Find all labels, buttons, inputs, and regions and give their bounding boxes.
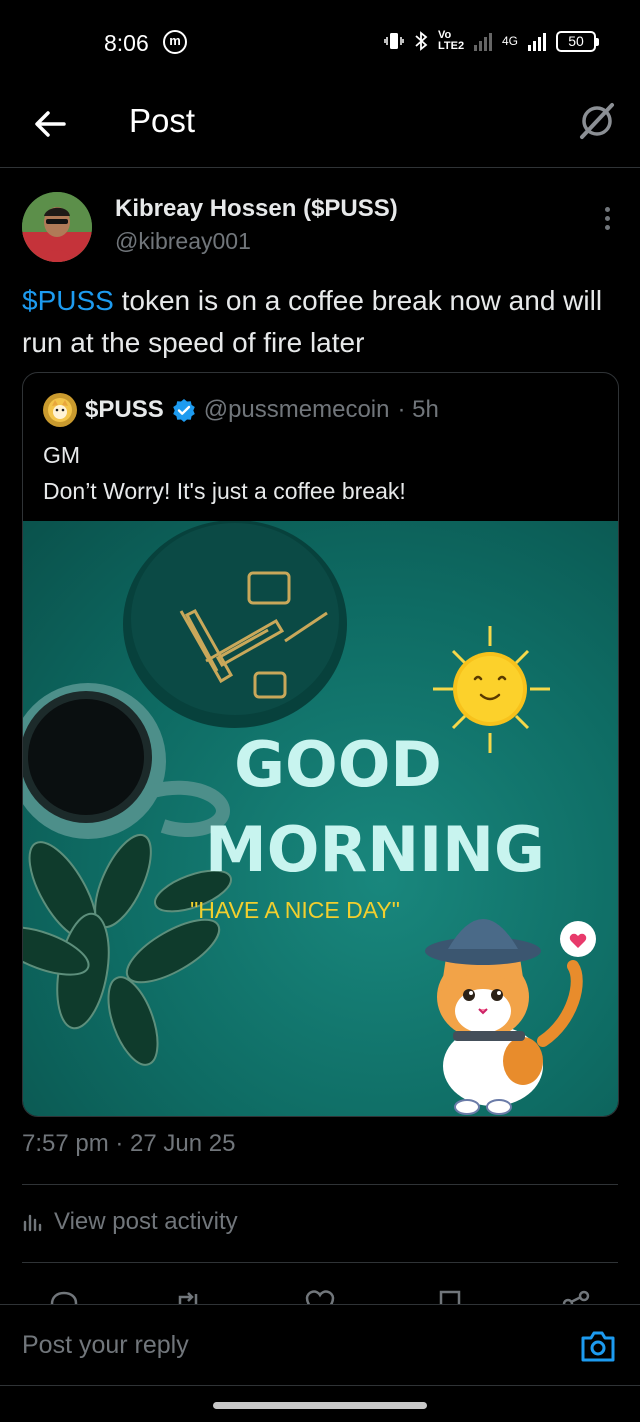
divider bbox=[22, 1262, 618, 1263]
quote-author-name: $PUSS bbox=[85, 396, 164, 423]
action-bar bbox=[0, 1282, 640, 1304]
quote-avatar bbox=[43, 393, 77, 427]
more-options-icon[interactable] bbox=[602, 207, 612, 233]
author-name[interactable]: Kibreay Hossen ($PUSS) bbox=[115, 195, 398, 223]
quote-time: · 5h bbox=[397, 396, 439, 423]
signal-strength-icon-2 bbox=[528, 31, 546, 51]
grok-icon[interactable] bbox=[576, 100, 618, 142]
status-time: 8:06 bbox=[104, 30, 149, 56]
page-title: Post bbox=[129, 102, 196, 139]
image-text-tagline: "HAVE A NICE DAY" bbox=[190, 897, 400, 923]
quoted-post-card[interactable]: $PUSS @pussmemecoin · 5h GM Don’t Worry!… bbox=[22, 372, 619, 1117]
avatar-photo bbox=[22, 192, 92, 262]
quote-header: $PUSS @pussmemecoin · 5h bbox=[43, 393, 439, 427]
back-arrow-icon[interactable] bbox=[30, 104, 70, 144]
vibrate-icon bbox=[384, 33, 404, 49]
quote-text-line1: GM bbox=[43, 442, 81, 468]
bookmark-icon[interactable] bbox=[434, 1288, 466, 1304]
view-post-activity-label: View post activity bbox=[54, 1208, 238, 1235]
status-icons: Vo LTE2 4G 50 bbox=[384, 29, 599, 52]
app-header: Post bbox=[0, 88, 640, 168]
signal-strength-icon-1 bbox=[473, 31, 492, 51]
like-icon[interactable] bbox=[304, 1288, 336, 1304]
quote-text: GM Don’t Worry! It's just a coffee break… bbox=[43, 437, 406, 509]
battery-icon: 50 bbox=[556, 30, 599, 52]
quote-text-line2: Don’t Worry! It's just a coffee break! bbox=[43, 478, 406, 504]
verified-badge-icon bbox=[172, 399, 195, 422]
camera-icon[interactable] bbox=[580, 1329, 616, 1363]
post-text: $PUSS token is on a coffee break now and… bbox=[22, 280, 622, 364]
volte-label: Vo LTE2 bbox=[437, 29, 465, 52]
post-timestamp: 7:57 pm · 27 Jun 25 bbox=[22, 1130, 236, 1157]
reply-icon[interactable] bbox=[48, 1288, 80, 1304]
good-morning-illustration: GOOD MORNING "HAVE A NICE DAY" bbox=[23, 521, 596, 1115]
author-handle[interactable]: @kibreay001 bbox=[115, 228, 251, 255]
divider bbox=[22, 1184, 618, 1185]
reply-input[interactable] bbox=[22, 1331, 522, 1360]
reply-bar bbox=[0, 1304, 640, 1386]
bluetooth-icon bbox=[415, 31, 428, 51]
cashtag-link[interactable]: $PUSS bbox=[22, 285, 114, 316]
coinmarket-app-icon: m bbox=[163, 30, 187, 54]
quote-author-handle: @pussmemecoin bbox=[203, 396, 390, 423]
image-text-morning: MORNING bbox=[205, 813, 545, 886]
share-icon[interactable] bbox=[560, 1288, 592, 1304]
home-indicator[interactable] bbox=[213, 1402, 427, 1409]
repost-icon[interactable] bbox=[172, 1288, 204, 1304]
status-bar: 8:06 m Vo LTE2 4G 50 bbox=[0, 0, 640, 88]
author-avatar[interactable] bbox=[22, 192, 92, 262]
network-type-label: 4G bbox=[501, 34, 518, 48]
image-text-good: GOOD bbox=[234, 728, 442, 801]
analytics-icon bbox=[23, 1214, 42, 1232]
post-image[interactable]: GOOD MORNING "HAVE A NICE DAY" bbox=[23, 521, 618, 1116]
view-post-activity-link[interactable]: View post activity bbox=[22, 1208, 238, 1236]
cat-face-icon bbox=[48, 398, 72, 422]
